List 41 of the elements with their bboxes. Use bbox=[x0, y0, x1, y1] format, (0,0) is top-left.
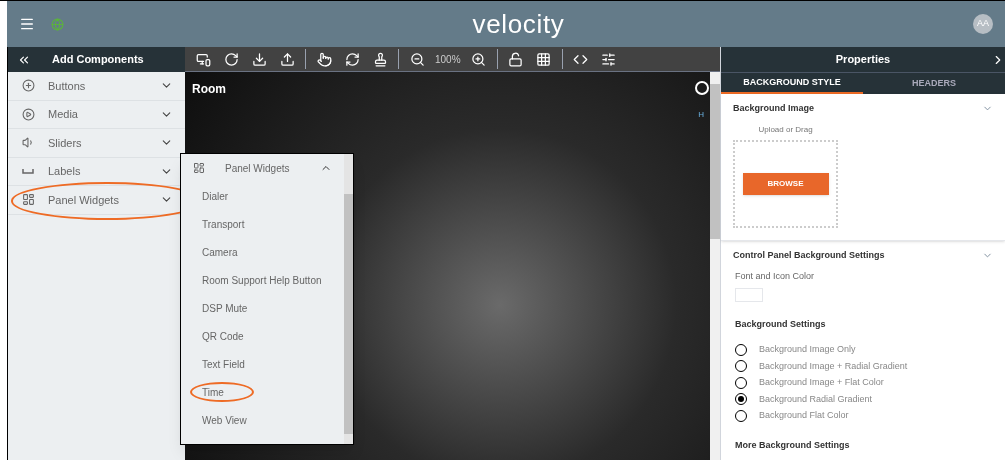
widget-item[interactable]: Transport bbox=[202, 216, 245, 232]
tab[interactable]: BACKGROUND STYLE bbox=[721, 73, 863, 94]
radio-label: Background Image + Flat Color bbox=[759, 376, 884, 389]
play-icon bbox=[21, 107, 35, 121]
section-title: Control Panel Background Settings bbox=[733, 248, 885, 262]
menu-icon[interactable] bbox=[19, 16, 35, 32]
section-title: Background Image bbox=[733, 102, 815, 115]
logo: velocity bbox=[472, 7, 565, 41]
section-title: More Background Settings bbox=[735, 438, 851, 452]
upload-hint: Upload or Drag bbox=[757, 123, 814, 136]
widget-item[interactable]: QR Code bbox=[202, 328, 244, 344]
widgets-icon bbox=[193, 162, 205, 174]
widget-item[interactable]: Room Support Help Button bbox=[202, 272, 322, 288]
widget-item[interactable]: Camera bbox=[202, 244, 238, 260]
canvas-title: Room bbox=[192, 81, 226, 98]
widget-item[interactable]: Time bbox=[202, 384, 224, 400]
section-title: Background Settings bbox=[735, 317, 827, 331]
radio-label: Background Image Only bbox=[759, 343, 856, 356]
widget-item[interactable]: Web View bbox=[202, 412, 247, 428]
popup-title: Panel Widgets bbox=[225, 161, 291, 176]
widget-item[interactable]: Text Field bbox=[202, 356, 245, 372]
radio-label: Background Flat Color bbox=[759, 409, 849, 422]
widgets-icon bbox=[21, 193, 35, 207]
drop-zone[interactable]: BROWSE bbox=[733, 139, 838, 228]
panel-title: Properties bbox=[835, 52, 891, 68]
tab[interactable]: HEADERS bbox=[863, 73, 1005, 94]
speaker-icon bbox=[21, 136, 35, 150]
field-label: Font and Icon Color bbox=[735, 270, 816, 283]
canvas-label: H bbox=[698, 109, 704, 121]
browse-button[interactable]: BROWSE bbox=[742, 172, 829, 195]
space-icon bbox=[22, 168, 34, 174]
scrollbar[interactable] bbox=[344, 154, 353, 444]
panel-title: Add Components bbox=[52, 52, 144, 68]
color-swatch[interactable] bbox=[735, 287, 763, 302]
radio-label: Background Radial Gradient bbox=[759, 392, 873, 406]
plus-circle-icon bbox=[21, 79, 35, 93]
widget-item[interactable]: Dialer bbox=[202, 188, 229, 204]
radio-label: Background Image + Radial Gradient bbox=[759, 359, 908, 373]
widget-item[interactable]: DSP Mute bbox=[202, 300, 248, 316]
zoom-level: 100% bbox=[435, 52, 461, 67]
scrollbar[interactable] bbox=[710, 72, 720, 460]
